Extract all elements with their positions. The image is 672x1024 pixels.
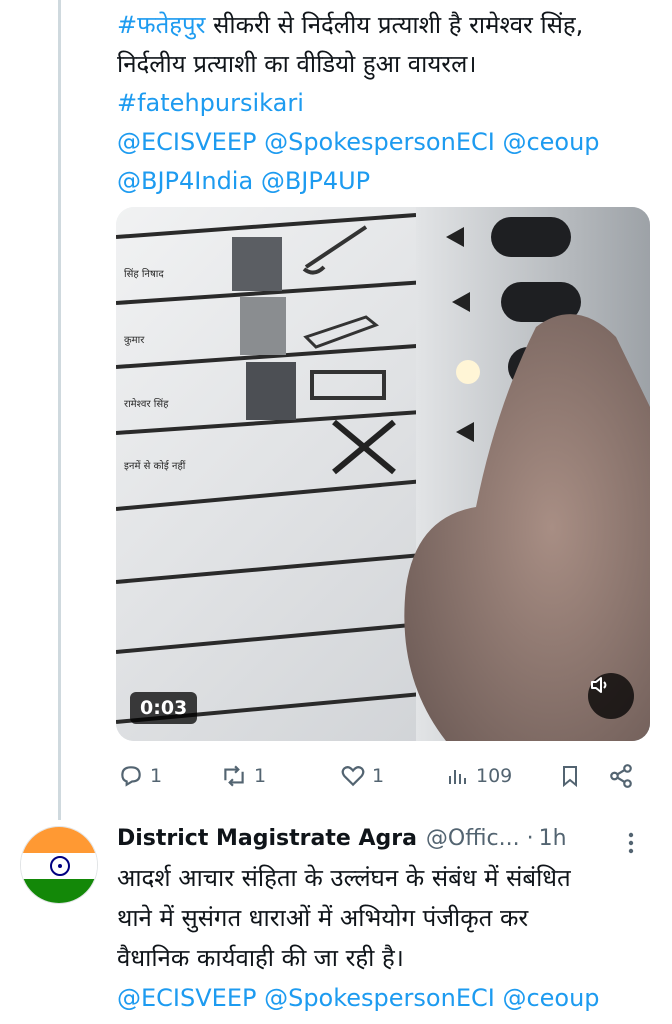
more-vertical-icon	[628, 832, 634, 854]
views-chart-icon	[449, 770, 466, 784]
more-options-button[interactable]	[620, 830, 642, 860]
video-duration-badge: 0:03	[130, 692, 198, 724]
tweet-header: District Magistrate Agra @Offic... · 1h	[117, 822, 647, 856]
bookmark-icon	[563, 766, 577, 788]
heart-icon	[341, 766, 365, 787]
ballot-text: रामेश्वर सिंह	[124, 398, 169, 410]
tweet-text: #फतेहपुर सीकरी से निर्दलीय प्रत्याशी है …	[117, 6, 662, 201]
reply-button[interactable]: 1	[118, 763, 162, 789]
reply-icon	[121, 766, 141, 787]
reply-mentions[interactable]: @ECISVEEP @SpokespersonECI @ceoup	[117, 978, 662, 1018]
tweet-text-line-1: #फतेहपुर सीकरी से निर्दलीय प्रत्याशी है …	[117, 6, 662, 45]
video-player[interactable]: सिंह निषाद कुमार रामेश्वर सिंह इनमें से …	[116, 207, 650, 741]
hashtag-link-fatehpur[interactable]: #फतेहपुर	[117, 11, 206, 39]
video-frame: सिंह निषाद कुमार रामेश्वर सिंह इनमें से …	[116, 207, 650, 741]
like-button[interactable]: 1	[340, 763, 384, 789]
views-count: 109	[476, 765, 513, 787]
thread-connector-line	[58, 0, 61, 820]
repost-icon	[224, 765, 244, 787]
share-icon	[610, 764, 632, 788]
author-name[interactable]: District Magistrate Agra	[117, 822, 417, 856]
tweet-action-bar: 1 1 1 109	[116, 758, 646, 794]
ballot-text: इनमें से कोई नहीं	[124, 460, 186, 472]
reply-tweet-text: आदर्श आचार संहिता के उल्लंघन के संबंध मे…	[117, 858, 662, 1018]
tweet-text-fragment: सीकरी से निर्दलीय प्रत्याशी है रामेश्वर …	[205, 11, 584, 39]
author-handle[interactable]: @Offic...	[426, 822, 520, 856]
bookmark-button[interactable]	[558, 763, 582, 789]
reply-text-line-2: थाने में सुसंगत धाराओं में अभियोग पंजीकृ…	[117, 904, 529, 932]
repost-count: 1	[254, 765, 267, 787]
mentions-line-2[interactable]: @BJP4India @BJP4UP	[117, 162, 662, 201]
reply-text-line-1: आदर्श आचार संहिता के उल्लंघन के संबंध मे…	[117, 864, 571, 892]
ballot-text: कुमार	[124, 335, 145, 346]
mute-button[interactable]	[588, 673, 634, 719]
reply-text-line-3: वैधानिक कार्यवाही की जा रही है।	[117, 944, 404, 972]
indian-flag-avatar-image	[21, 827, 97, 903]
share-button[interactable]	[608, 763, 634, 789]
repost-button[interactable]: 1	[220, 763, 266, 789]
views-button[interactable]: 109	[446, 763, 512, 789]
like-count: 1	[372, 765, 385, 787]
tweet-text-line-2: निर्दलीय प्रत्याशी का वीडियो हुआ वायरल।	[117, 50, 477, 78]
mentions-line-1[interactable]: @ECISVEEP @SpokespersonECI @ceoup	[117, 123, 662, 162]
speaker-muted-icon	[591, 677, 607, 693]
separator-dot: ·	[526, 826, 534, 851]
hashtag-link-fatehpursikari[interactable]: #fatehpursikari	[117, 84, 662, 123]
ballot-text: सिंह निषाद	[124, 268, 164, 280]
reply-count: 1	[150, 765, 163, 787]
tweet-timestamp[interactable]: 1h	[539, 822, 567, 856]
author-avatar[interactable]	[20, 826, 98, 904]
